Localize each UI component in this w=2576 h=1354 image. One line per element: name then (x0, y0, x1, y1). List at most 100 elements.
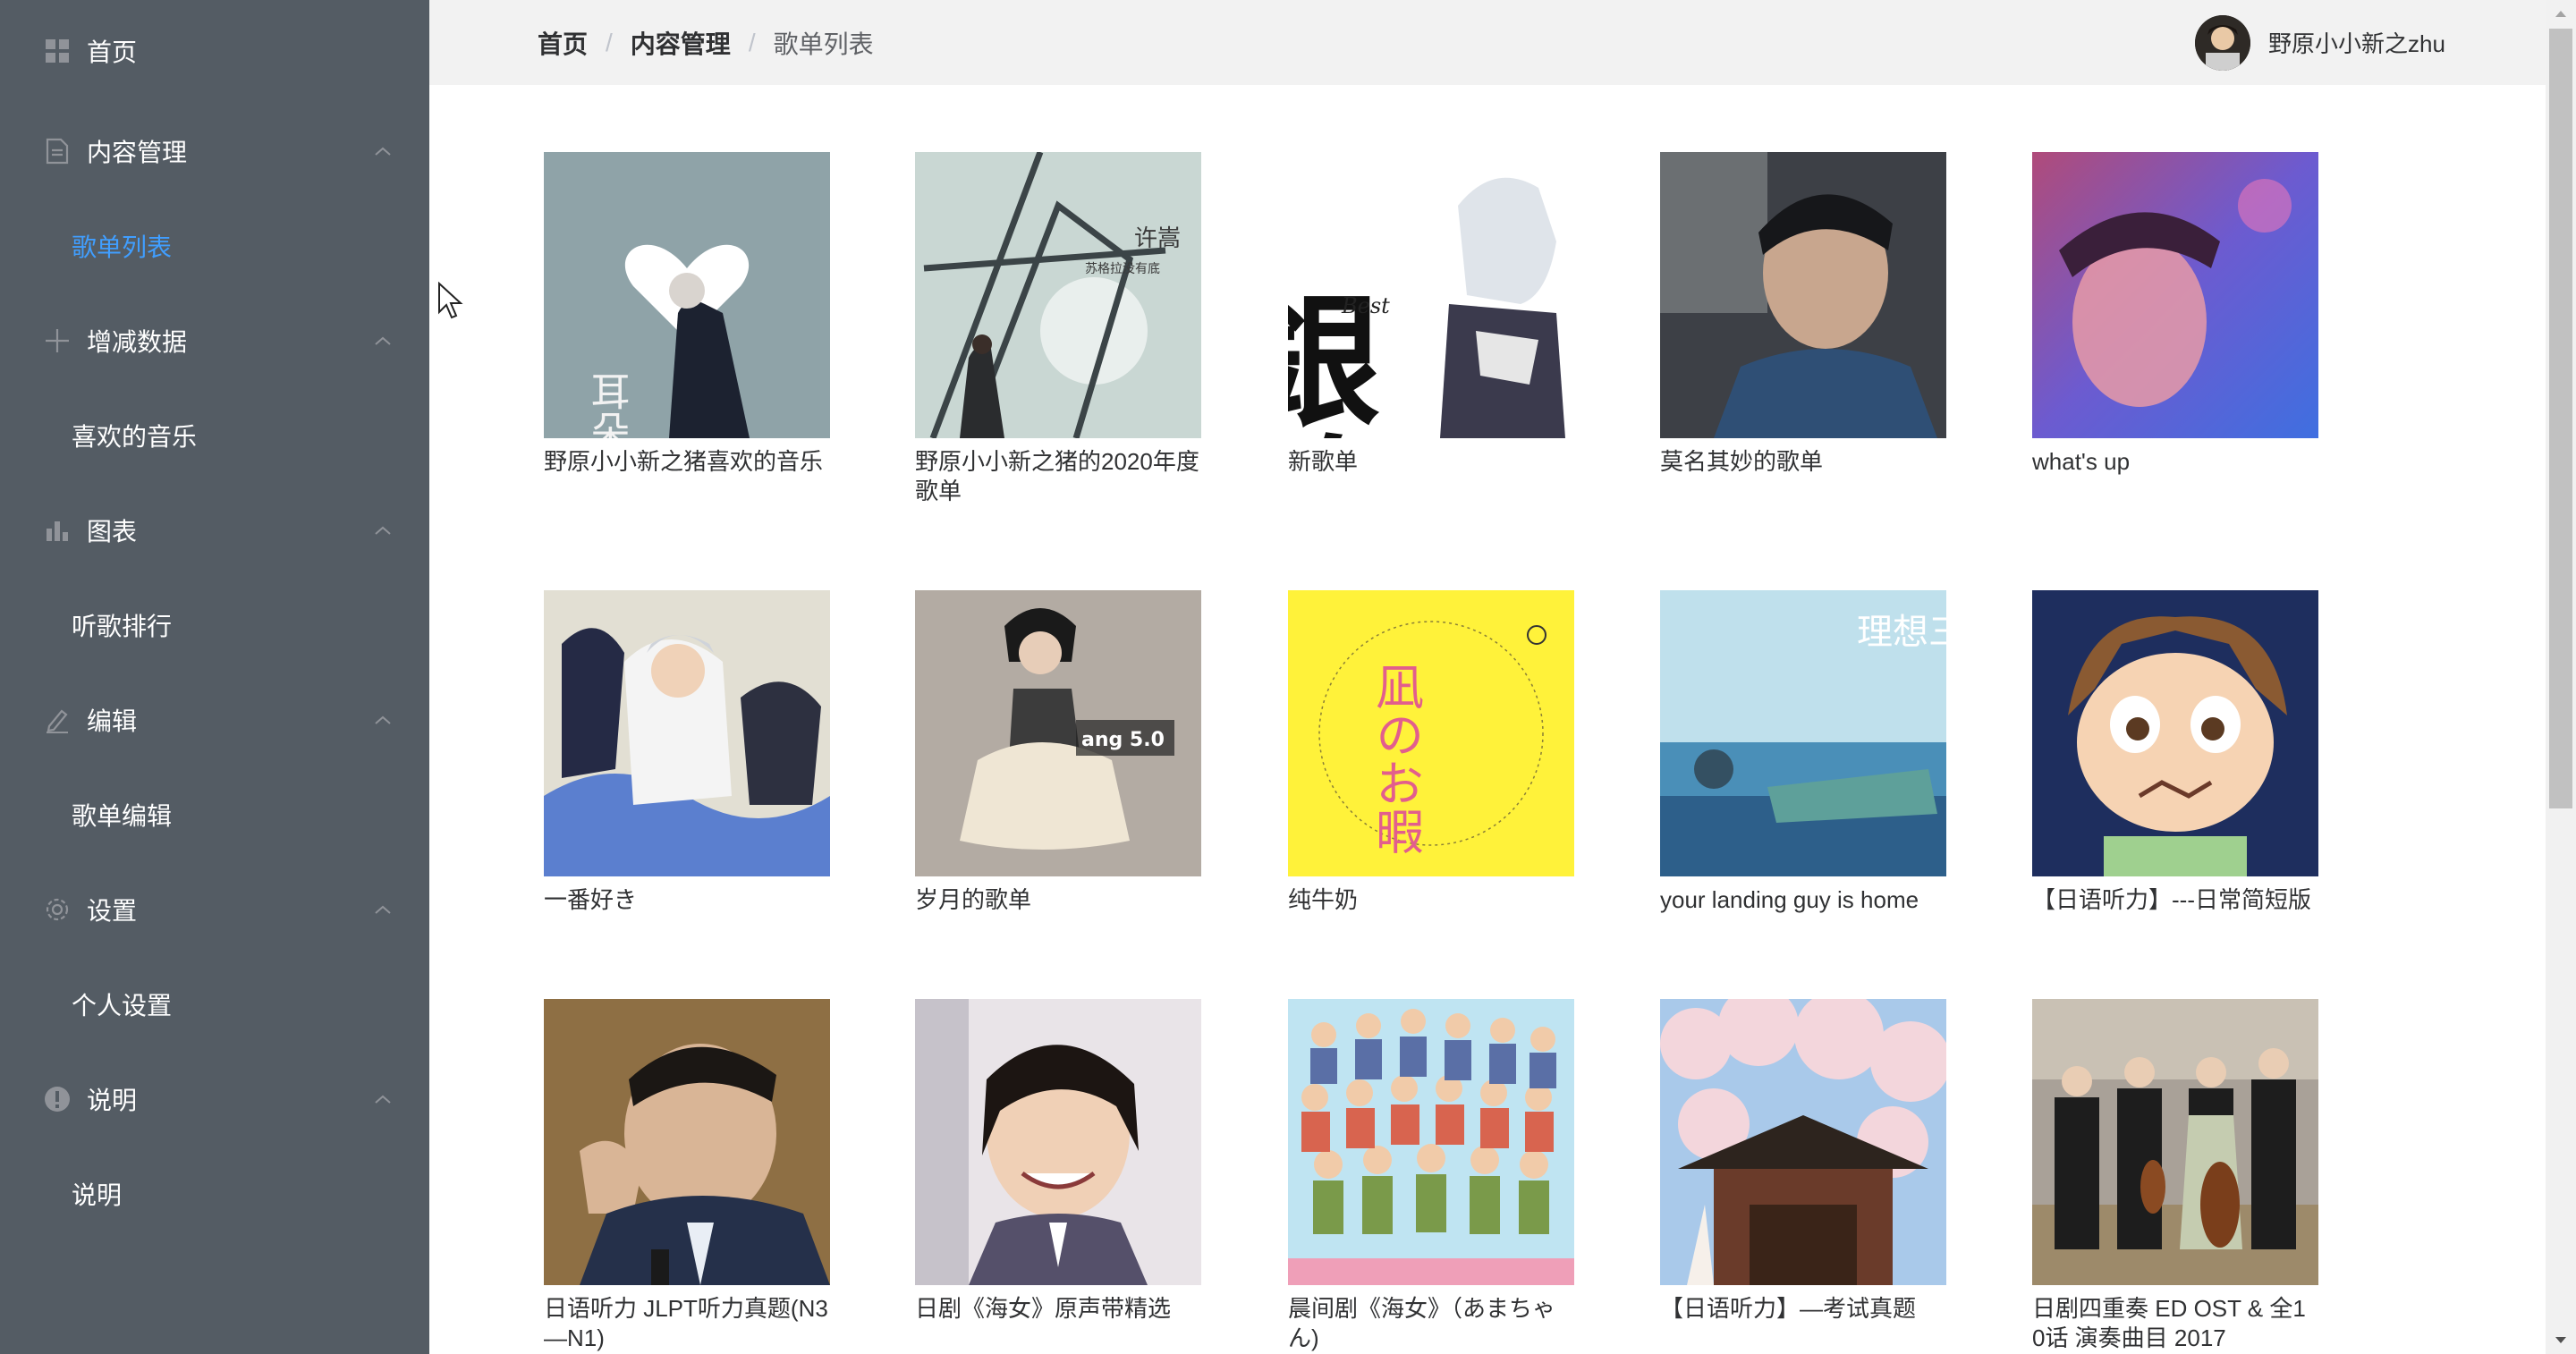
cover-text: Best (1341, 293, 1390, 318)
menu-item-edit[interactable]: 编辑 (0, 673, 429, 767)
cover-text: 许嵩 (1134, 225, 1181, 252)
playlist-title[interactable]: 莫名其妙的歌单 (1660, 447, 1946, 477)
playlist-title[interactable]: 野原小小新之猪的2020年度歌单 (915, 447, 1201, 506)
scrollbar-thumb[interactable] (2549, 29, 2572, 808)
menu-item-label: 喜欢的音乐 (72, 423, 198, 451)
cover-text: ang 5.0 (1081, 729, 1165, 751)
sidebar: 首页 内容管理 歌单列表 增减数据 喜欢的音乐 图表 听歌排行 编辑 歌单编辑 … (0, 0, 429, 1354)
breadcrumb-current: 歌单列表 (773, 30, 874, 58)
avatar[interactable] (2195, 14, 2250, 71)
menu-item-label: 歌单编辑 (72, 802, 173, 830)
playlist-cover[interactable] (544, 999, 830, 1285)
mouse-cursor-icon (437, 281, 464, 321)
playlist-card[interactable]: 理想三旬 your landing guy is home (1660, 590, 1946, 915)
cover-text: 苏格拉没有底 (1085, 262, 1160, 276)
playlist-title[interactable]: 岁月的歌单 (915, 885, 1201, 915)
playlist-title[interactable]: 新歌单 (1288, 447, 1574, 477)
playlist-title[interactable]: 纯牛奶 (1288, 885, 1574, 915)
chevron-up-icon (370, 328, 395, 353)
menu-item-label: 歌单列表 (72, 233, 173, 261)
playlist-card[interactable]: 莫名其妙的歌单 (1660, 152, 1946, 477)
playlist-card[interactable]: 晨间剧《海女》（あまちゃん) (1288, 999, 1574, 1353)
cover-text: 理想三旬 (1857, 612, 1946, 653)
playlist-cover[interactable]: ang 5.0 (915, 590, 1201, 876)
sidebar-item-favorite-music[interactable]: 喜欢的音乐 (0, 388, 429, 483)
menu-item-about[interactable]: 说明 (0, 1052, 429, 1147)
sidebar-item-personal-settings[interactable]: 个人设置 (0, 957, 429, 1052)
scroll-down-arrow-icon[interactable] (2546, 1327, 2576, 1354)
menu-item-charts[interactable]: 图表 (0, 483, 429, 578)
chevron-up-icon (370, 897, 395, 922)
playlist-cover[interactable] (2032, 152, 2318, 438)
playlist-title[interactable]: 野原小小新之猪喜欢的音乐 (544, 447, 830, 477)
breadcrumb-separator: / (748, 28, 756, 56)
info-circle-icon (43, 1085, 72, 1113)
playlist-card[interactable]: 耳朵 野原小小新之猪喜欢的音乐 (544, 152, 830, 477)
playlist-card[interactable]: 日剧四重奏 ED OST & 全10话 演奏曲目 2017 (2032, 999, 2318, 1353)
playlist-card[interactable]: 【日语听力】—考试真题 (1660, 999, 1946, 1324)
playlist-cover[interactable]: 许嵩 苏格拉没有底 (915, 152, 1201, 438)
playlist-cover[interactable]: 理想三旬 (1660, 590, 1946, 876)
sidebar-item-playlist-edit[interactable]: 歌单编辑 (0, 767, 429, 862)
chevron-up-icon (370, 707, 395, 732)
playlist-title[interactable]: your landing guy is home (1660, 885, 1946, 915)
playlist-card[interactable]: what's up (2032, 152, 2318, 477)
menu-item-label: 说明 (87, 1087, 138, 1114)
breadcrumb-content-management[interactable]: 内容管理 (631, 25, 731, 61)
playlist-cover[interactable]: 銀魂 Best (1288, 152, 1574, 438)
playlist-cover[interactable] (915, 999, 1201, 1285)
document-icon (43, 137, 72, 165)
breadcrumb-home[interactable]: 首页 (538, 25, 588, 61)
menu-item-label: 首页 (87, 38, 138, 66)
playlist-card[interactable]: 许嵩 苏格拉没有底 野原小小新之猪的2020年度歌单 (915, 152, 1201, 506)
playlist-card[interactable]: 日剧《海女》原声带精选 (915, 999, 1201, 1324)
playlist-cover[interactable]: 耳朵 (544, 152, 830, 438)
playlist-title[interactable]: 日剧四重奏 ED OST & 全10话 演奏曲目 2017 (2032, 1294, 2318, 1353)
playlist-grid: 耳朵 野原小小新之猪喜欢的音乐 许嵩 苏格拉没有底 野原小小新之猪的2020年度… (429, 85, 2546, 1354)
plus-icon (43, 326, 72, 355)
menu-item-settings[interactable]: 设置 (0, 862, 429, 957)
menu-item-home[interactable]: 首页 (0, 4, 429, 98)
menu-item-label: 增减数据 (87, 328, 188, 356)
bar-chart-icon (43, 516, 72, 545)
playlist-title[interactable]: 【日语听力】---日常简短版 (2032, 885, 2318, 915)
sidebar-item-listening-ranking[interactable]: 听歌排行 (0, 578, 429, 673)
cover-text: 凪のお暇 (1368, 662, 1424, 855)
playlist-title[interactable]: 一番好き (544, 885, 830, 915)
menu-item-label: 说明 (72, 1181, 123, 1209)
playlist-card[interactable]: 一番好き (544, 590, 830, 915)
playlist-title[interactable]: 晨间剧《海女》（あまちゃん) (1288, 1294, 1574, 1353)
grid-icon (43, 37, 72, 65)
playlist-cover[interactable] (1288, 999, 1574, 1285)
playlist-title[interactable]: what's up (2032, 447, 2318, 477)
menu-item-add-data[interactable]: 增减数据 (0, 293, 429, 388)
playlist-cover[interactable] (1660, 152, 1946, 438)
playlist-card[interactable]: 日语听力 JLPT听力真题(N3—N1) (544, 999, 830, 1353)
playlist-cover[interactable] (2032, 999, 2318, 1285)
playlist-card[interactable]: 銀魂 Best 新歌单 (1288, 152, 1574, 477)
playlist-card[interactable]: 【日语听力】---日常简短版 (2032, 590, 2318, 915)
playlist-cover[interactable]: 凪のお暇 (1288, 590, 1574, 876)
playlist-title[interactable]: 日剧《海女》原声带精选 (915, 1294, 1201, 1324)
playlist-title[interactable]: 日语听力 JLPT听力真题(N3—N1) (544, 1294, 830, 1353)
menu-item-content-management[interactable]: 内容管理 (0, 104, 429, 199)
breadcrumb-separator: / (606, 28, 613, 56)
playlist-title[interactable]: 【日语听力】—考试真题 (1660, 1294, 1946, 1324)
menu-item-label: 个人设置 (72, 992, 173, 1020)
chevron-up-icon (370, 139, 395, 164)
sidebar-item-about[interactable]: 说明 (0, 1147, 429, 1241)
chevron-up-icon (370, 518, 395, 543)
cover-text: 耳朵 (584, 371, 630, 438)
top-header: 首页 / 内容管理 / 歌单列表 野原小小新之zhu (429, 0, 2546, 85)
playlist-cover[interactable] (544, 590, 830, 876)
username[interactable]: 野原小小新之zhu (2268, 26, 2445, 59)
scroll-up-arrow-icon[interactable] (2546, 0, 2576, 27)
playlist-card[interactable]: ang 5.0 岁月的歌单 (915, 590, 1201, 915)
playlist-cover[interactable] (2032, 590, 2318, 876)
menu-item-label: 图表 (87, 518, 138, 546)
menu-item-label: 设置 (87, 897, 138, 925)
sidebar-item-playlist-list[interactable]: 歌单列表 (0, 199, 429, 293)
playlist-cover[interactable] (1660, 999, 1946, 1285)
playlist-card[interactable]: 凪のお暇 纯牛奶 (1288, 590, 1574, 915)
user-menu[interactable]: 野原小小新之zhu (2195, 0, 2445, 85)
